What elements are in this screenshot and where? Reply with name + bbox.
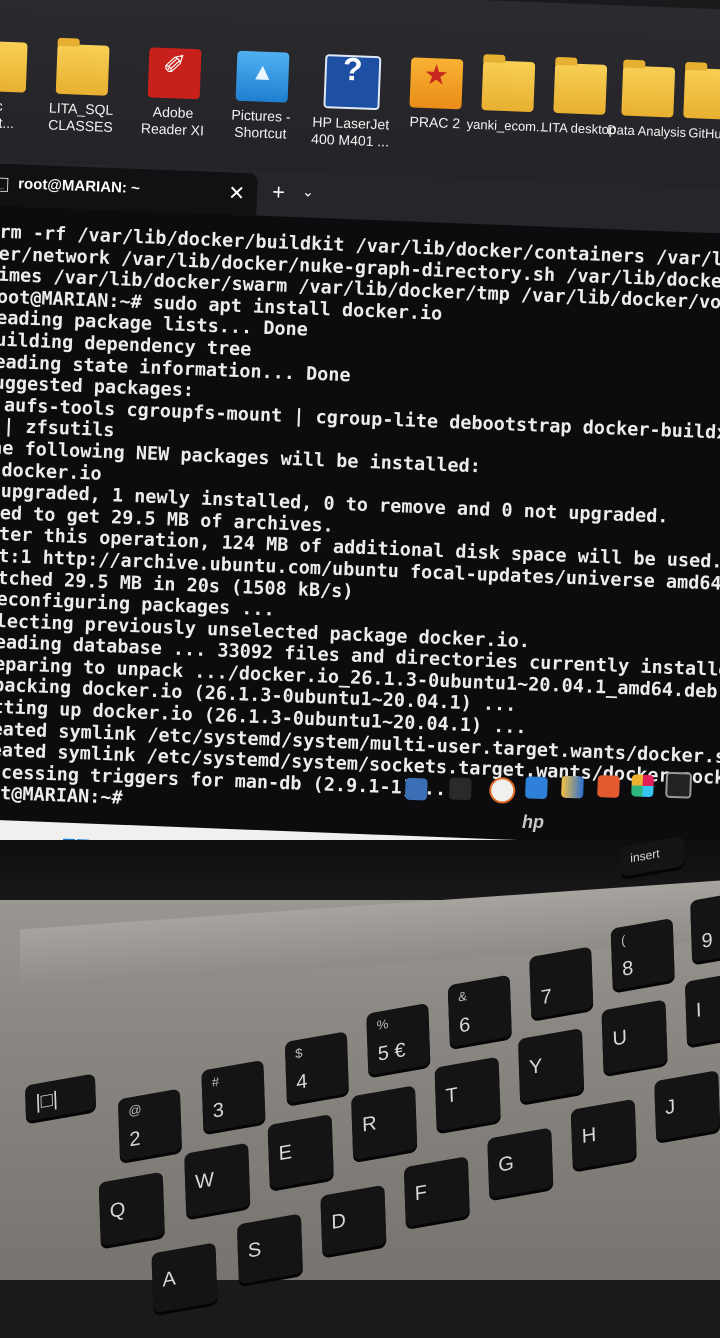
key-g[interactable]: G bbox=[487, 1127, 554, 1199]
hp-logo: hp bbox=[522, 812, 544, 832]
folder-icon bbox=[553, 62, 608, 115]
terminal-tab[interactable]: >_ root@MARIAN: ~ ✕ bbox=[0, 163, 258, 216]
key-label: A bbox=[162, 1267, 177, 1292]
terminal-icon: >_ bbox=[0, 177, 9, 192]
key-label: T bbox=[445, 1083, 459, 1108]
key-label: 2 bbox=[128, 1127, 141, 1152]
key-shift-label: & bbox=[457, 988, 468, 1005]
desktop-icon-pictures[interactable]: Pictures - Shortcut bbox=[216, 50, 307, 143]
key-label: E bbox=[278, 1140, 293, 1166]
key-h[interactable]: H bbox=[570, 1098, 637, 1170]
key-label: J bbox=[664, 1095, 676, 1120]
key-label: H bbox=[581, 1123, 597, 1149]
tab-title: root@MARIAN: ~ bbox=[17, 175, 141, 198]
folder-icon bbox=[55, 43, 110, 96]
key-label: Y bbox=[528, 1055, 543, 1080]
key-7[interactable]: 7 bbox=[529, 946, 594, 1019]
desktop-icon-label: CLASSES bbox=[47, 116, 114, 135]
desktop-icon-label: Reader XI bbox=[140, 120, 205, 139]
key-function[interactable]: |□| bbox=[24, 1073, 97, 1122]
key-label: Q bbox=[109, 1198, 126, 1223]
terminal-window[interactable]: >_ root@MARIAN: ~ ✕ + ⌄ rm -rf /var/lib/… bbox=[0, 157, 720, 849]
key-label: 9 bbox=[701, 929, 714, 953]
key-e[interactable]: E bbox=[267, 1113, 334, 1189]
key-label: R bbox=[361, 1112, 377, 1137]
prac-app-icon bbox=[409, 57, 464, 110]
key-label: |□| bbox=[35, 1087, 59, 1114]
desktop-icon-label: Shortcut bbox=[233, 123, 287, 142]
desktop-icon-label: GitHub bbox=[688, 125, 720, 142]
key-u[interactable]: U bbox=[601, 999, 668, 1075]
key-insert[interactable]: insert bbox=[619, 836, 685, 878]
key-s[interactable]: S bbox=[236, 1213, 303, 1285]
desktop-icon-hp-laserjet[interactable]: HP LaserJet 400 M401 ... bbox=[306, 53, 398, 150]
key-f[interactable]: F bbox=[403, 1156, 470, 1227]
key-label: 6 bbox=[458, 1013, 471, 1038]
key-j[interactable]: J bbox=[654, 1070, 720, 1142]
new-tab-button[interactable]: + bbox=[272, 179, 286, 205]
folder-icon bbox=[481, 60, 536, 113]
key-t[interactable]: T bbox=[434, 1056, 501, 1132]
key-y[interactable]: Y bbox=[517, 1028, 585, 1103]
laptop-screen: c uat... LITA_SQL CLASSES Adobe Reader X… bbox=[0, 0, 720, 911]
pictures-icon bbox=[235, 50, 290, 103]
key-label: W bbox=[194, 1168, 215, 1194]
desktop-icon-lita-sql[interactable]: LITA_SQL CLASSES bbox=[36, 43, 127, 136]
key-label: 3 bbox=[212, 1098, 225, 1123]
key-8[interactable]: (8 bbox=[610, 918, 675, 991]
key-q[interactable]: Q bbox=[98, 1171, 165, 1247]
key-label: 7 bbox=[540, 985, 553, 1010]
key-label: 5 € bbox=[377, 1039, 406, 1066]
key-shift-label: # bbox=[211, 1073, 220, 1090]
key-label: 4 bbox=[295, 1070, 308, 1095]
close-tab-button[interactable]: ✕ bbox=[228, 180, 246, 206]
key-shift-label: @ bbox=[128, 1101, 142, 1119]
terminal-output[interactable]: rm -rf /var/lib/docker/buildkit /var/lib… bbox=[0, 221, 720, 834]
key-9[interactable]: 9 bbox=[690, 893, 720, 963]
key-shift-label: ( bbox=[620, 932, 626, 949]
key-3[interactable]: #3 bbox=[201, 1059, 266, 1133]
folder-icon bbox=[683, 67, 720, 120]
key-label: G bbox=[497, 1152, 515, 1177]
key-label: U bbox=[612, 1026, 628, 1051]
key-i[interactable]: I bbox=[684, 973, 720, 1046]
key-label: D bbox=[330, 1209, 347, 1235]
key-a[interactable]: A bbox=[151, 1242, 218, 1314]
folder-icon bbox=[0, 40, 28, 93]
desktop-icon-label: 400 M401 ... bbox=[310, 130, 390, 150]
key-r[interactable]: R bbox=[351, 1085, 418, 1161]
key-shift-label: $ bbox=[294, 1045, 303, 1062]
printer-icon bbox=[323, 54, 382, 111]
key-2[interactable]: @2 bbox=[117, 1088, 182, 1162]
tab-dropdown-button[interactable]: ⌄ bbox=[302, 183, 314, 200]
key-label: 8 bbox=[621, 957, 634, 981]
key-label: I bbox=[695, 999, 702, 1022]
key-6[interactable]: & 6 bbox=[447, 974, 512, 1048]
key-5[interactable]: % 5 € bbox=[366, 1002, 431, 1076]
key-d[interactable]: D bbox=[320, 1184, 387, 1256]
pdf-icon bbox=[147, 47, 202, 100]
desktop-icon-adobe-reader[interactable]: Adobe Reader XI bbox=[128, 47, 219, 140]
key-label: F bbox=[414, 1181, 428, 1206]
key-shift-label: % bbox=[376, 1016, 389, 1033]
desktop-icon-github[interactable]: GitHub bbox=[664, 67, 720, 143]
key-w[interactable]: W bbox=[184, 1142, 251, 1218]
key-label: insert bbox=[630, 846, 660, 866]
key-4[interactable]: $4 bbox=[284, 1031, 349, 1104]
key-label: S bbox=[247, 1238, 262, 1263]
